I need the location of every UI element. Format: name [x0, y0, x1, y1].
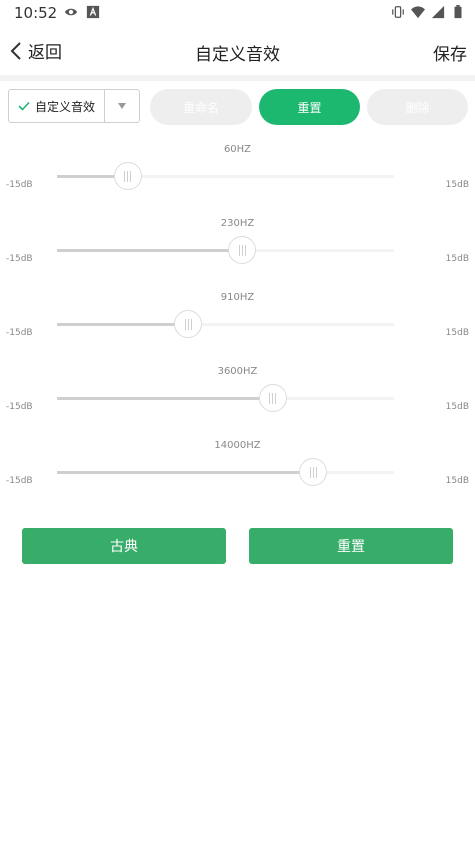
band-max-label: 15dB — [445, 328, 469, 338]
band-frequency-label: 230HZ — [220, 218, 255, 229]
band-slider-fill — [57, 323, 189, 326]
band-frequency-label: 910HZ — [220, 292, 255, 303]
wifi-icon — [411, 6, 425, 19]
band-max-label: 15dB — [445, 254, 469, 264]
rename-button[interactable]: 重命名 — [150, 89, 252, 125]
dropdown-toggle[interactable] — [104, 90, 139, 122]
band-min-label: -15dB — [6, 180, 33, 190]
band-slider-thumb[interactable] — [113, 162, 142, 190]
header-divider — [0, 75, 475, 81]
bottom-actions: 古典 重置 — [0, 528, 475, 566]
vibrate-icon — [392, 6, 404, 18]
band-frequency-label: 14000HZ — [214, 440, 261, 451]
status-bar: 10:52 — [0, 0, 475, 28]
band-910hz: 910HZ -15dB 15dB — [0, 292, 475, 366]
band-max-label: 15dB — [445, 476, 469, 486]
band-slider-thumb[interactable] — [174, 310, 203, 338]
band-slider-thumb[interactable] — [299, 458, 328, 486]
band-slider-thumb[interactable] — [258, 384, 287, 412]
band-max-label: 15dB — [445, 402, 469, 412]
status-time: 10:52 — [14, 4, 58, 22]
band-60hz: 60HZ -15dB 15dB — [0, 144, 475, 218]
band-slider-fill — [57, 397, 273, 400]
band-slider-track[interactable] — [57, 384, 394, 412]
band-slider-track[interactable] — [57, 162, 394, 190]
band-230hz: 230HZ -15dB 15dB — [0, 218, 475, 292]
reset-button[interactable]: 重置 — [249, 528, 453, 564]
save-button[interactable]: 保存 — [433, 40, 467, 65]
equalizer: 60HZ -15dB 15dB 230HZ -15dB 15dB 910HZ -… — [0, 140, 475, 500]
band-min-label: -15dB — [6, 476, 33, 486]
status-right-icons — [391, 5, 465, 19]
band-slider-thumb[interactable] — [228, 236, 257, 264]
band-min-label: -15dB — [6, 402, 33, 412]
reset-preset-button[interactable]: 重置 — [259, 89, 360, 125]
battery-icon — [454, 5, 462, 19]
classic-preset-button[interactable]: 古典 — [22, 528, 226, 564]
check-icon — [18, 101, 30, 111]
band-slider-fill — [57, 471, 314, 474]
signal-icon — [431, 5, 445, 19]
band-14000hz: 14000HZ -15dB 15dB — [0, 440, 475, 514]
preset-selected-label: 自定义音效 — [35, 99, 96, 114]
app-header: 返回 自定义音效 保存 — [0, 28, 475, 74]
band-min-label: -15dB — [6, 328, 33, 338]
band-frequency-label: 3600HZ — [217, 366, 258, 377]
delete-button[interactable]: 删除 — [367, 89, 468, 125]
band-min-label: -15dB — [6, 254, 33, 264]
band-slider-track[interactable] — [57, 236, 394, 264]
band-3600hz: 3600HZ -15dB 15dB — [0, 366, 475, 440]
band-slider-track[interactable] — [57, 310, 394, 338]
preset-toolbar: 自定义音效 重命名 重置 删除 — [0, 89, 475, 127]
eye-icon — [64, 8, 78, 16]
text-icon — [86, 5, 100, 19]
band-frequency-label: 60HZ — [223, 144, 252, 155]
band-max-label: 15dB — [445, 180, 469, 190]
caret-down-icon — [118, 103, 126, 109]
page-title: 自定义音效 — [195, 45, 280, 65]
preset-dropdown[interactable]: 自定义音效 — [8, 89, 140, 123]
status-left-icons — [64, 5, 100, 19]
band-slider-fill — [57, 249, 243, 252]
band-slider-track[interactable] — [57, 458, 394, 486]
